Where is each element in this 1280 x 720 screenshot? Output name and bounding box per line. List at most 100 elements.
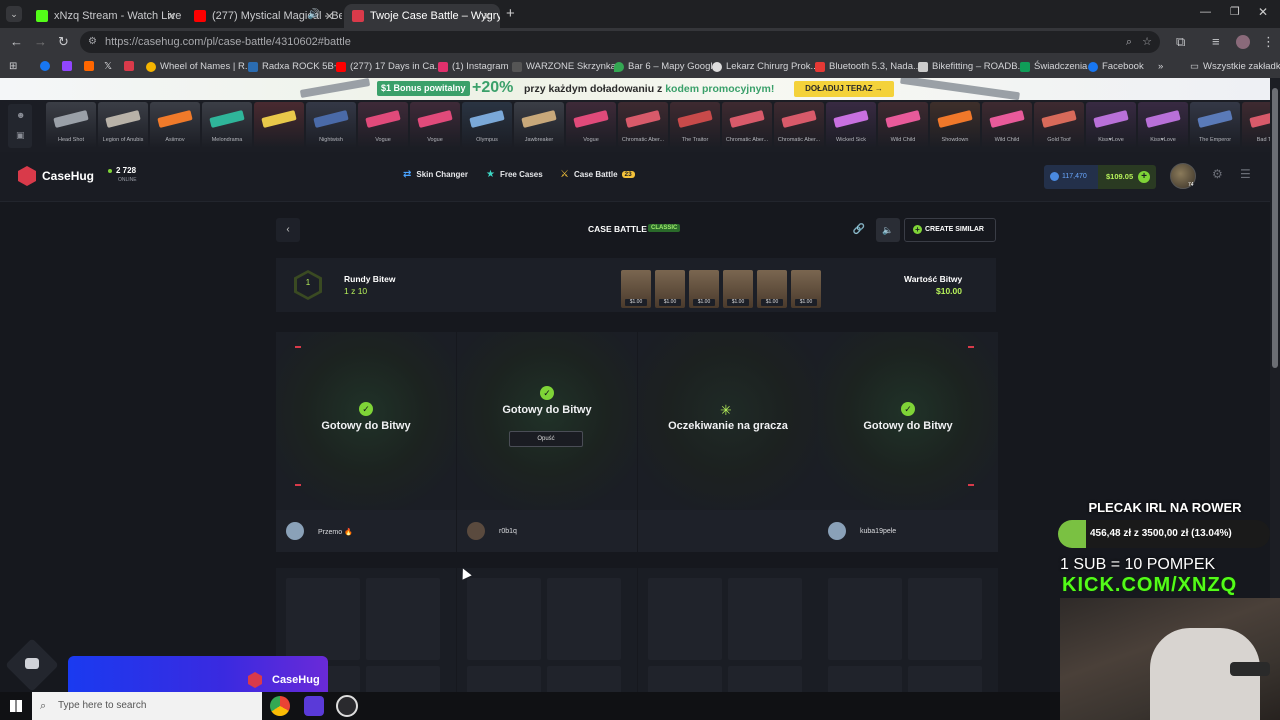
forward-icon[interactable]: → <box>34 34 47 49</box>
bookmark-wheel[interactable]: Wheel of Names | R... <box>146 61 253 72</box>
coins-balance[interactable]: 117,470 <box>1044 165 1098 189</box>
leave-battle-button[interactable]: Opuść <box>509 431 583 447</box>
close-icon[interactable]: ✕ <box>167 10 176 23</box>
nav-case-battle[interactable]: ⚔ Case Battle 23 <box>560 169 635 180</box>
bookmark-red[interactable] <box>124 61 138 71</box>
player-avatar[interactable] <box>828 522 846 540</box>
tab-youtube[interactable]: (277) Mystical Magical - Be 🔊 ✕ <box>186 4 342 28</box>
battle-value: $10.00 <box>936 286 962 296</box>
chrome-taskbar-icon[interactable] <box>270 696 290 716</box>
live-drop-item[interactable]: Kiss♥Love <box>1086 102 1136 148</box>
speaker-icon[interactable]: 🔊 <box>308 9 320 20</box>
obs-taskbar-icon[interactable] <box>336 695 358 717</box>
minimize-icon[interactable]: — <box>1200 6 1211 18</box>
live-drop-item[interactable]: Bad Trip <box>1242 102 1270 148</box>
live-drop-item[interactable] <box>254 102 304 148</box>
battle-case-thumbnail[interactable]: $1.00 <box>655 270 685 308</box>
all-bookmarks[interactable]: ▭ Wszystkie zakładki <box>1190 61 1280 72</box>
bookmark-facebook[interactable] <box>40 61 54 71</box>
back-icon[interactable]: ← <box>10 34 23 49</box>
url-bar[interactable]: ⚙ https://casehug.com/pl/case-battle/431… <box>80 31 1160 53</box>
bookmark-facebook-2[interactable]: Facebook <box>1088 61 1144 72</box>
user-icon[interactable]: ☻ <box>16 110 25 120</box>
live-drop-item[interactable]: Vogue <box>358 102 408 148</box>
bookmark-x[interactable]: 𝕏 <box>104 61 112 72</box>
app-taskbar-icon[interactable] <box>304 696 324 716</box>
sound-toggle-button[interactable]: 🔈 <box>876 218 900 242</box>
live-drop-item[interactable]: Wild Child <box>982 102 1032 148</box>
live-drop-item[interactable]: Chromatic Aber... <box>722 102 772 148</box>
bookmark-star-icon[interactable]: ☆ <box>1142 31 1152 53</box>
bookmark-twitch[interactable] <box>62 61 76 71</box>
topup-now-button[interactable]: DOŁADUJ TERAZ → <box>794 81 894 97</box>
create-similar-button[interactable]: + CREATE SIMILAR <box>904 218 996 242</box>
bookmark-maps[interactable]: Bar 6 – Mapy Google <box>614 61 718 72</box>
player-avatar[interactable] <box>467 522 485 540</box>
bookmark-radxa[interactable]: Radxa ROCK 5B+ <box>248 61 339 72</box>
bookmark-bluetooth[interactable]: Bluetooth 5.3, Nada... <box>815 61 921 72</box>
live-drop-item[interactable]: Kiss♥Love <box>1138 102 1188 148</box>
profile-avatar[interactable] <box>1236 35 1250 49</box>
settings-gear-icon[interactable]: ⚙ <box>1212 167 1223 181</box>
live-drop-item[interactable]: The Emperor <box>1190 102 1240 148</box>
live-drop-item[interactable]: Vogue <box>566 102 616 148</box>
new-tab-icon[interactable]: + <box>506 5 515 22</box>
case-icon[interactable]: ▣ <box>16 130 25 141</box>
tab-search-icon[interactable]: ⌄ <box>6 6 22 22</box>
extensions-icon[interactable]: ⧉ <box>1176 34 1185 50</box>
battle-case-thumbnail[interactable]: $1.00 <box>791 270 821 308</box>
bookmark-youtube[interactable]: (277) 17 Days in Ca... <box>336 61 442 72</box>
bookmark-bikefitting[interactable]: Bikefitting – ROADB... <box>918 61 1025 72</box>
nav-skin-changer[interactable]: ⇄ Skin Changer <box>403 169 468 180</box>
bookmark-lekarz[interactable]: Lekarz Chirurg Prok... <box>712 61 818 72</box>
hamburger-menu-icon[interactable]: ☰ <box>1240 167 1251 181</box>
apps-grid-icon[interactable]: ⊞ <box>9 61 17 72</box>
wallet-balance[interactable]: $109.05 + <box>1098 165 1156 189</box>
live-drop-item[interactable]: Melondrama <box>202 102 252 148</box>
live-drop-item[interactable]: Jawbreaker <box>514 102 564 148</box>
live-drop-item[interactable]: Gold Toof <box>1034 102 1084 148</box>
live-drop-item[interactable]: The Traitor <box>670 102 720 148</box>
copy-link-button[interactable]: 🔗 <box>848 218 870 242</box>
site-info-icon[interactable]: ⚙ <box>88 31 97 53</box>
casehug-logo[interactable]: CaseHug <box>18 166 94 186</box>
live-drop-item[interactable]: Chromatic Aber... <box>774 102 824 148</box>
live-drop-item[interactable]: Chromatic Aber... <box>618 102 668 148</box>
bookmark-swiadczenia[interactable]: Świadczenia <box>1020 61 1087 72</box>
battle-case-thumbnail[interactable]: $1.00 <box>621 270 651 308</box>
menu-kebab-icon[interactable]: ⋮ <box>1262 34 1275 50</box>
battle-case-thumbnail[interactable]: $1.00 <box>723 270 753 308</box>
live-drop-item[interactable]: Wild Child <box>878 102 928 148</box>
live-drop-item[interactable]: Olympus <box>462 102 512 148</box>
promo-banner[interactable]: $1 Bonus powitalny +20% przy każdym doła… <box>0 78 1270 101</box>
close-icon[interactable]: ✕ <box>325 10 334 23</box>
restore-icon[interactable]: ❐ <box>1230 5 1240 18</box>
taskbar-search-input[interactable]: ⌕ Type here to search <box>32 692 262 720</box>
zoom-icon[interactable]: ⌕ <box>1126 31 1132 53</box>
live-drop-item[interactable]: Showdown <box>930 102 980 148</box>
window-close-icon[interactable]: ✕ <box>1258 5 1268 19</box>
back-button[interactable]: ‹ <box>276 218 300 242</box>
bookmark-warzone[interactable]: WARZONE Skrzynka... <box>512 61 624 72</box>
more-bookmarks-icon[interactable]: » <box>1158 61 1163 72</box>
battle-case-thumbnail[interactable]: $1.00 <box>689 270 719 308</box>
close-icon[interactable]: ✕ <box>483 10 492 23</box>
live-drop-item[interactable]: Nightwish <box>306 102 356 148</box>
live-drop-item[interactable]: Wicked Sick <box>826 102 876 148</box>
windows-start-icon[interactable] <box>10 700 22 712</box>
tab-kick-stream[interactable]: xNzq Stream - Watch Live on K ✕ <box>28 4 184 28</box>
tab-casehug[interactable]: Twoje Case Battle – Wygrywaj s ✕ <box>344 4 500 28</box>
add-funds-icon[interactable]: + <box>1138 171 1150 183</box>
live-drop-item[interactable]: Head Shot <box>46 102 96 148</box>
live-drop-item[interactable]: Asiimov <box>150 102 200 148</box>
media-icon[interactable]: ≡ <box>1212 34 1220 49</box>
scrollbar-thumb[interactable] <box>1272 88 1278 368</box>
nav-free-cases[interactable]: ★ Free Cases <box>486 169 543 180</box>
bookmark-orange[interactable] <box>84 61 98 71</box>
battle-case-thumbnail[interactable]: $1.00 <box>757 270 787 308</box>
reload-icon[interactable]: ↻ <box>58 34 69 50</box>
player-avatar[interactable] <box>286 522 304 540</box>
live-drop-item[interactable]: Legion of Anubis <box>98 102 148 148</box>
bookmark-instagram[interactable]: (1) Instagram <box>438 61 509 72</box>
live-drop-item[interactable]: Vogue <box>410 102 460 148</box>
